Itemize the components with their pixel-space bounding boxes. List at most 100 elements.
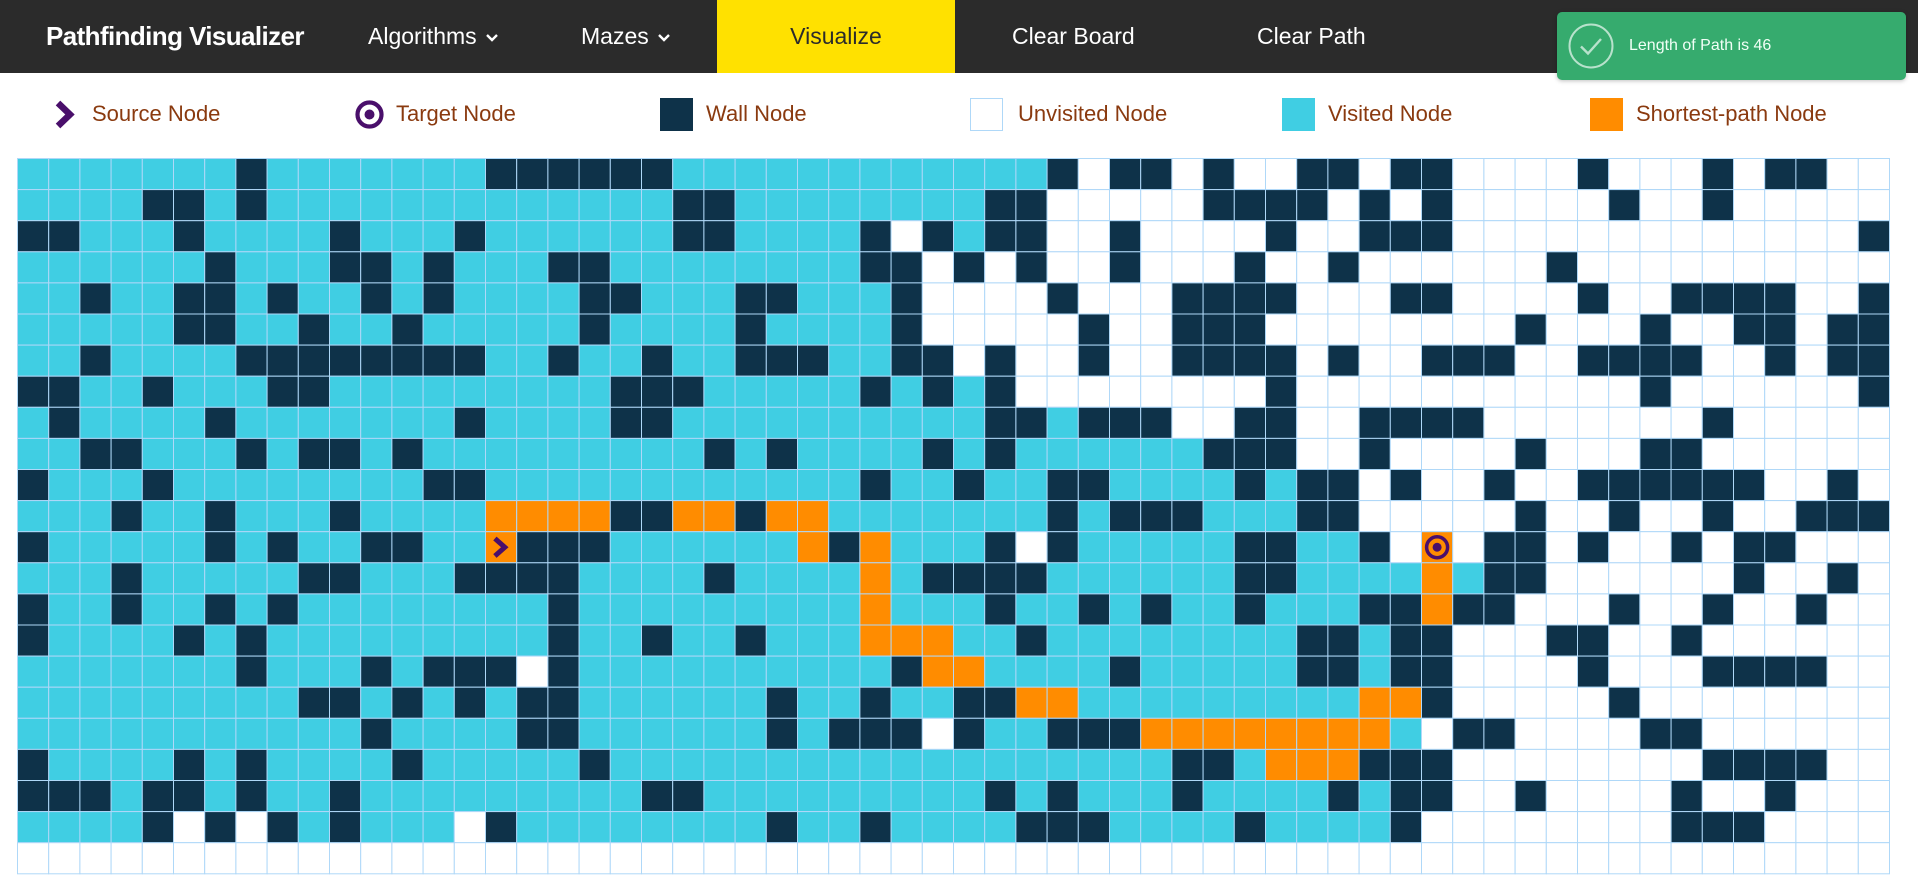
grid-cell-wall[interactable]	[391, 748, 424, 782]
grid-cell-visited[interactable]	[1358, 780, 1391, 813]
grid-cell-visited[interactable]	[734, 811, 767, 844]
grid-cell-visited[interactable]	[17, 811, 50, 844]
grid-cell-visited[interactable]	[17, 655, 50, 688]
grid-cell-unvisited[interactable]	[1733, 158, 1766, 191]
grid-cell-visited[interactable]	[360, 500, 393, 533]
grid-cell-visited[interactable]	[110, 624, 143, 657]
grid-cell-visited[interactable]	[672, 406, 705, 439]
grid-cell-unvisited[interactable]	[984, 313, 1017, 346]
grid-cell-unvisited[interactable]	[921, 251, 954, 284]
grid-cell-visited[interactable]	[79, 686, 112, 719]
grid-cell-wall[interactable]	[204, 500, 237, 533]
grid-cell-unvisited[interactable]	[1577, 780, 1610, 813]
grid-cell-unvisited[interactable]	[329, 842, 362, 875]
grid-cell-visited[interactable]	[360, 313, 393, 346]
grid-cell-wall[interactable]	[890, 717, 923, 750]
grid-cell-visited[interactable]	[641, 748, 674, 782]
grid-cell-visited[interactable]	[235, 500, 268, 533]
grid-cell-unvisited[interactable]	[1389, 189, 1423, 222]
grid-cell-visited[interactable]	[578, 375, 611, 408]
grid-cell-visited[interactable]	[734, 655, 767, 688]
grid-cell-unvisited[interactable]	[1452, 624, 1485, 657]
grid-cell-visited[interactable]	[391, 282, 424, 315]
grid-cell-unvisited[interactable]	[1608, 748, 1641, 782]
grid-cell-unvisited[interactable]	[1857, 562, 1891, 595]
grid-cell-unvisited[interactable]	[1608, 406, 1641, 439]
grid-cell-visited[interactable]	[266, 189, 299, 222]
grid-cell-visited[interactable]	[110, 655, 143, 688]
grid-cell-unvisited[interactable]	[1826, 780, 1859, 813]
grid-cell-unvisited[interactable]	[1296, 406, 1329, 439]
grid-cell-visited[interactable]	[1171, 811, 1204, 844]
grid-cell-wall[interactable]	[703, 189, 736, 222]
grid-cell-visited[interactable]	[110, 717, 143, 750]
grid-cell-wall[interactable]	[1826, 344, 1859, 377]
grid-cell-wall[interactable]	[1109, 500, 1142, 533]
grid-cell-wall[interactable]	[391, 313, 424, 346]
grid-cell-visited[interactable]	[641, 469, 674, 502]
grid-cell-wall[interactable]	[1639, 437, 1672, 470]
grid-cell-unvisited[interactable]	[1608, 375, 1641, 408]
grid-cell-visited[interactable]	[110, 531, 143, 564]
grid-cell-shortest-path[interactable]	[797, 500, 830, 533]
grid-cell-wall[interactable]	[173, 282, 206, 315]
grid-cell-wall[interactable]	[1857, 500, 1891, 533]
grid-cell-unvisited[interactable]	[1046, 220, 1079, 253]
grid-cell-wall[interactable]	[734, 282, 767, 315]
grid-cell-visited[interactable]	[641, 531, 674, 564]
grid-cell-visited[interactable]	[485, 313, 518, 346]
grid-cell-wall[interactable]	[890, 344, 923, 377]
grid-cell-visited[interactable]	[984, 624, 1017, 657]
grid-cell-unvisited[interactable]	[1857, 158, 1891, 191]
grid-cell-visited[interactable]	[79, 189, 112, 222]
grid-cell-unvisited[interactable]	[1327, 313, 1360, 346]
grid-cell-visited[interactable]	[734, 531, 767, 564]
grid-cell-wall[interactable]	[1795, 500, 1828, 533]
grid-cell-visited[interactable]	[79, 655, 112, 688]
grid-cell-wall[interactable]	[48, 406, 81, 439]
grid-cell-unvisited[interactable]	[1764, 469, 1797, 502]
grid-cell-wall[interactable]	[516, 531, 549, 564]
grid-cell-visited[interactable]	[360, 811, 393, 844]
grid-cell-visited[interactable]	[391, 500, 424, 533]
grid-cell-unvisited[interactable]	[1670, 500, 1703, 533]
grid-cell-unvisited[interactable]	[1795, 531, 1828, 564]
grid-cell-wall[interactable]	[765, 437, 798, 470]
grid-cell-wall[interactable]	[1015, 811, 1048, 844]
grid-cell-unvisited[interactable]	[1733, 717, 1766, 750]
grid-cell-unvisited[interactable]	[1358, 375, 1391, 408]
grid-cell-visited[interactable]	[890, 811, 923, 844]
grid-cell-visited[interactable]	[391, 562, 424, 595]
grid-cell-wall[interactable]	[1826, 313, 1859, 346]
grid-cell-unvisited[interactable]	[1826, 624, 1859, 657]
grid-cell-visited[interactable]	[391, 780, 424, 813]
grid-cell-unvisited[interactable]	[1233, 220, 1267, 253]
grid-cell-wall[interactable]	[1327, 500, 1360, 533]
grid-cell-visited[interactable]	[765, 531, 798, 564]
grid-cell-unvisited[interactable]	[1577, 842, 1610, 875]
grid-cell-wall[interactable]	[516, 158, 549, 191]
grid-cell-wall[interactable]	[1327, 344, 1360, 377]
grid-cell-visited[interactable]	[391, 189, 424, 222]
grid-cell-wall[interactable]	[1608, 469, 1641, 502]
grid-cell-unvisited[interactable]	[1171, 842, 1204, 875]
grid-cell-wall[interactable]	[422, 655, 455, 688]
grid-cell-unvisited[interactable]	[1233, 158, 1267, 191]
grid-cell-visited[interactable]	[48, 531, 81, 564]
grid-cell-wall[interactable]	[1327, 780, 1360, 813]
grid-cell-unvisited[interactable]	[1701, 686, 1735, 719]
grid-cell-visited[interactable]	[765, 748, 798, 782]
grid-cell-visited[interactable]	[485, 344, 518, 377]
grid-cell-visited[interactable]	[828, 220, 861, 253]
grid-cell-visited[interactable]	[110, 344, 143, 377]
grid-cell-unvisited[interactable]	[1639, 500, 1672, 533]
grid-cell-unvisited[interactable]	[17, 842, 50, 875]
grid-cell-visited[interactable]	[329, 469, 362, 502]
grid-cell-wall[interactable]	[1296, 158, 1329, 191]
grid-cell-visited[interactable]	[266, 748, 299, 782]
grid-cell-unvisited[interactable]	[1452, 375, 1485, 408]
grid-cell-visited[interactable]	[1077, 748, 1111, 782]
grid-cell-wall[interactable]	[1701, 593, 1735, 626]
grid-cell-visited[interactable]	[79, 375, 112, 408]
grid-cell-visited[interactable]	[79, 313, 112, 346]
